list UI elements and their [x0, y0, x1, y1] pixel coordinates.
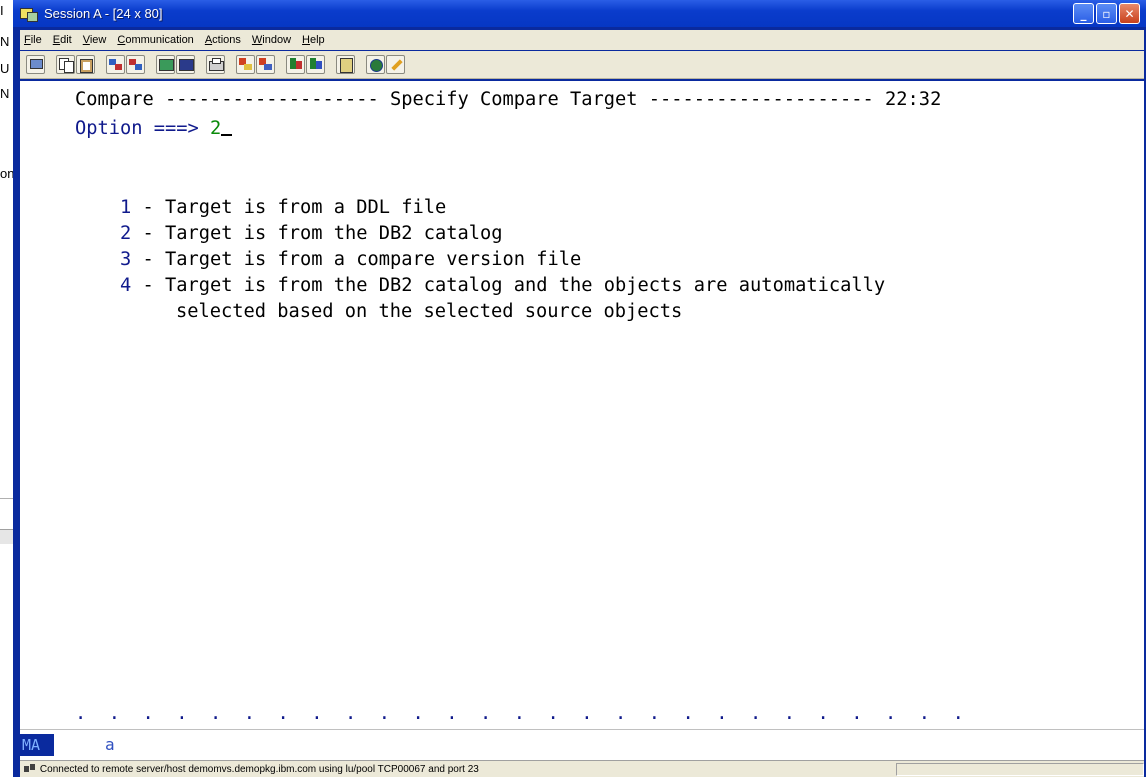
terminal-cursor — [221, 114, 233, 136]
background-window-letter: N — [0, 86, 10, 101]
print-screen-icon[interactable] — [206, 55, 225, 74]
edit-pencil-icon[interactable] — [386, 55, 405, 74]
receive-file-icon[interactable] — [126, 55, 145, 74]
panel-header: Compare ------------------- Specify Comp… — [75, 89, 942, 110]
background-window-letter: I — [0, 3, 4, 18]
option-number: 2 — [120, 223, 132, 244]
status-bar: Connected to remote server/host demomvs.… — [20, 760, 1144, 777]
paste-icon[interactable] — [76, 55, 95, 74]
toolbar — [20, 51, 1144, 79]
close-button[interactable]: ✕ — [1119, 3, 1140, 24]
macro-icon[interactable] — [176, 55, 195, 74]
send-file-icon[interactable] — [106, 55, 125, 74]
menu-help[interactable]: Help — [302, 34, 325, 46]
option-input[interactable]: 2 — [210, 118, 221, 139]
option-prompt: Option ===> — [75, 118, 211, 139]
background-window-letter: U — [0, 61, 10, 76]
menu-bar: File Edit View Communication Actions Win… — [20, 30, 1144, 50]
status-cell — [895, 762, 1144, 776]
list-item: 3 - Target is from a compare version fil… — [120, 247, 581, 273]
option-number: 4 — [120, 275, 132, 296]
maximize-button[interactable]: ▫ — [1096, 3, 1117, 24]
menu-communication[interactable]: Communication — [117, 34, 193, 46]
dotted-rule: . . . . . . . . . . . . . . . . . . . . … — [75, 703, 964, 724]
option-text: - Target is from the DB2 catalog — [131, 223, 503, 244]
option-line: Option ===> 2 — [75, 114, 233, 142]
macro-edit-icon[interactable] — [306, 55, 325, 74]
window-title: Session A - [24 x 80] — [44, 6, 163, 21]
internet-icon[interactable] — [366, 55, 385, 74]
option-number: 3 — [120, 249, 132, 270]
terminal-screen[interactable]: Compare ------------------- Specify Comp… — [20, 81, 1144, 729]
background-window-letter: N — [0, 34, 10, 49]
option-text: - Target is from the DB2 catalog and the… — [131, 275, 886, 296]
stop-macro-icon[interactable] — [256, 55, 275, 74]
list-item: 2 - Target is from the DB2 catalog — [120, 221, 503, 247]
menu-edit[interactable]: Edit — [53, 34, 72, 46]
title-bar[interactable]: Session A - [24 x 80] _ ▫ ✕ — [13, 0, 1146, 27]
menu-actions[interactable]: Actions — [205, 34, 241, 46]
session-app-icon[interactable] — [20, 6, 38, 22]
menu-file[interactable]: File — [24, 34, 42, 46]
operator-info-area: MA a — [20, 729, 1144, 760]
connection-icon — [24, 764, 36, 774]
menu-window[interactable]: Window — [252, 34, 291, 46]
option-number: 1 — [120, 197, 132, 218]
preferences-icon[interactable] — [336, 55, 355, 74]
option-text: - Target is from a compare version file — [131, 249, 582, 270]
session-window: Session A - [24 x 80] _ ▫ ✕ File Edit Vi… — [13, 0, 1146, 777]
keypad-icon[interactable] — [156, 55, 175, 74]
window-controls: _ ▫ ✕ — [1073, 3, 1140, 24]
list-item: 1 - Target is from a DDL file — [120, 195, 446, 221]
option-text: - Target is from a DDL file — [131, 197, 447, 218]
minimize-button[interactable]: _ — [1073, 3, 1094, 24]
connection-status: Connected to remote server/host demomvs.… — [39, 763, 479, 775]
list-item: 4 - Target is from the DB2 catalog and t… — [120, 273, 885, 299]
oia-session-letter: a — [105, 735, 115, 754]
record-macro-icon[interactable] — [236, 55, 255, 74]
menu-view[interactable]: View — [83, 34, 107, 46]
oia-mode-indicator: MA — [20, 734, 54, 756]
copy-icon[interactable] — [56, 55, 75, 74]
option-continuation: selected based on the selected source ob… — [131, 301, 683, 322]
play-macro-icon[interactable] — [286, 55, 305, 74]
display-icon[interactable] — [26, 55, 45, 74]
